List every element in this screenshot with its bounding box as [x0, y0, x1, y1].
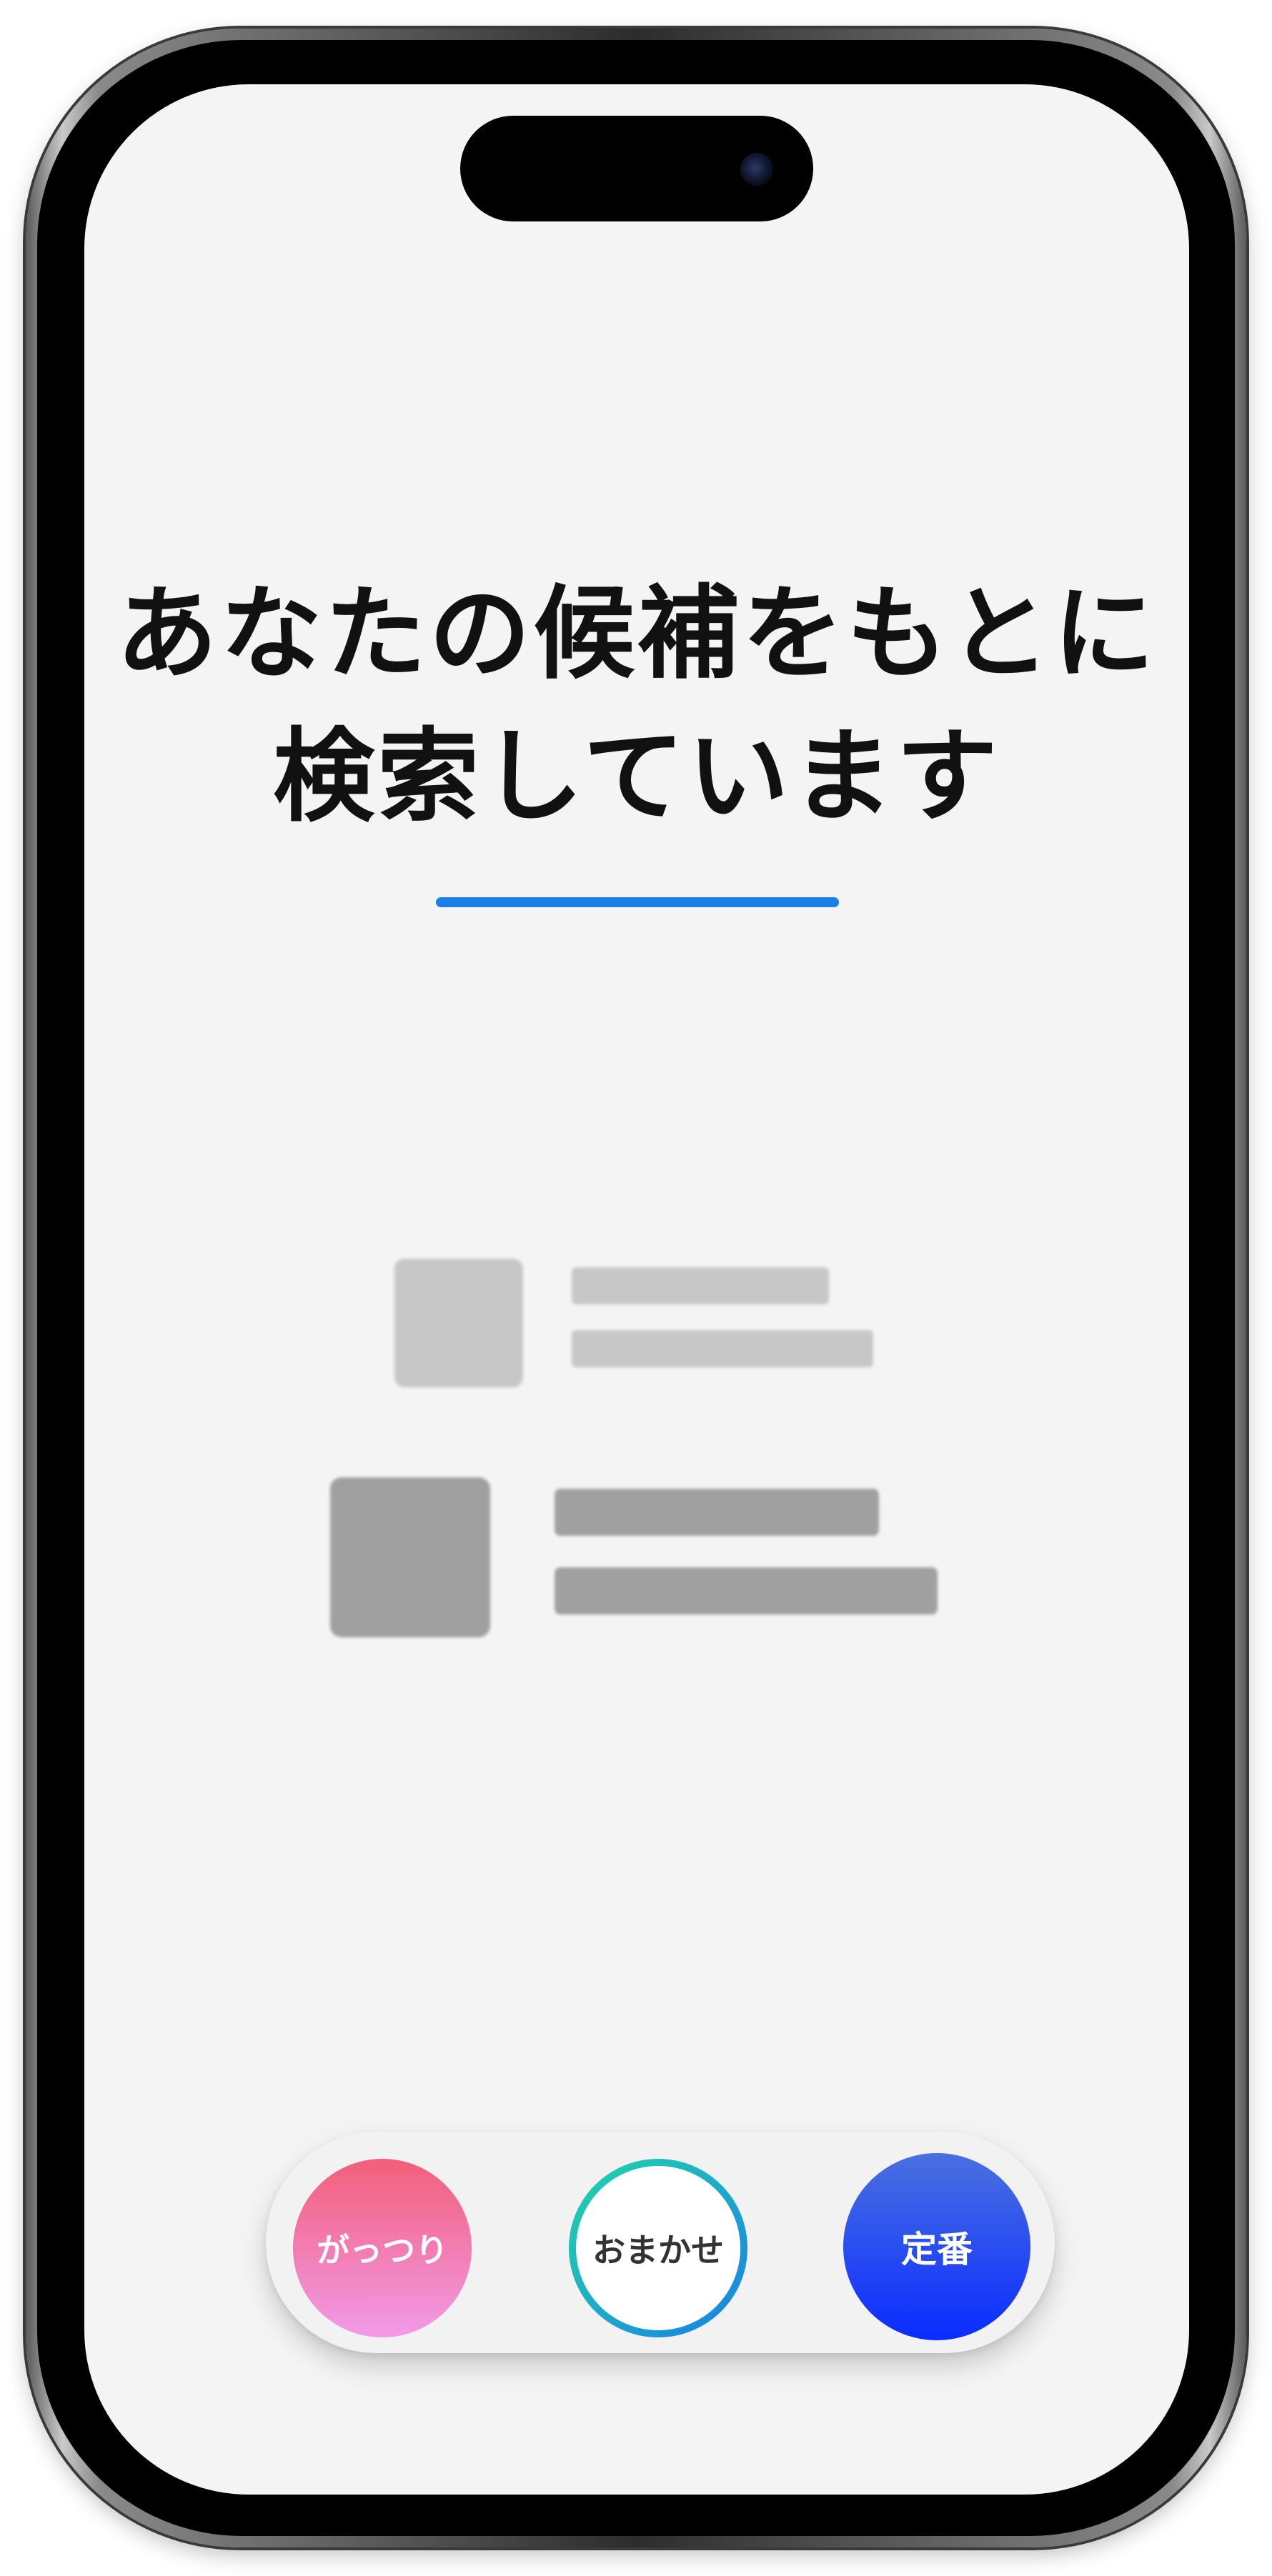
skeleton-thumbnail — [394, 1259, 523, 1387]
title-line-2: 検索しています — [273, 718, 1000, 836]
loading-accent-bar — [436, 897, 839, 907]
gattsuri-button[interactable]: がっつり — [293, 2159, 472, 2337]
teiban-button[interactable]: 定番 — [843, 2153, 1030, 2340]
title-line-1: あなたの候補をもとに — [116, 575, 1158, 693]
skeleton-line — [572, 1330, 873, 1367]
omakase-inner: おまかせ — [576, 2166, 740, 2330]
omakase-label: おまかせ — [592, 2231, 724, 2270]
skeleton-line — [555, 1489, 879, 1536]
omakase-button[interactable]: おまかせ — [569, 2159, 747, 2337]
gattsuri-label: がっつり — [317, 2231, 448, 2270]
skeleton-line — [572, 1267, 829, 1304]
skeleton-thumbnail — [330, 1477, 490, 1637]
skeleton-line — [555, 1567, 938, 1614]
teiban-label: 定番 — [901, 2229, 973, 2270]
page-title: あなたの候補をもとに 検索しています — [84, 563, 1189, 849]
app-screen: あなたの候補をもとに 検索しています がっつり おまかせ 定番 — [84, 84, 1189, 2495]
camera-icon — [740, 153, 773, 186]
